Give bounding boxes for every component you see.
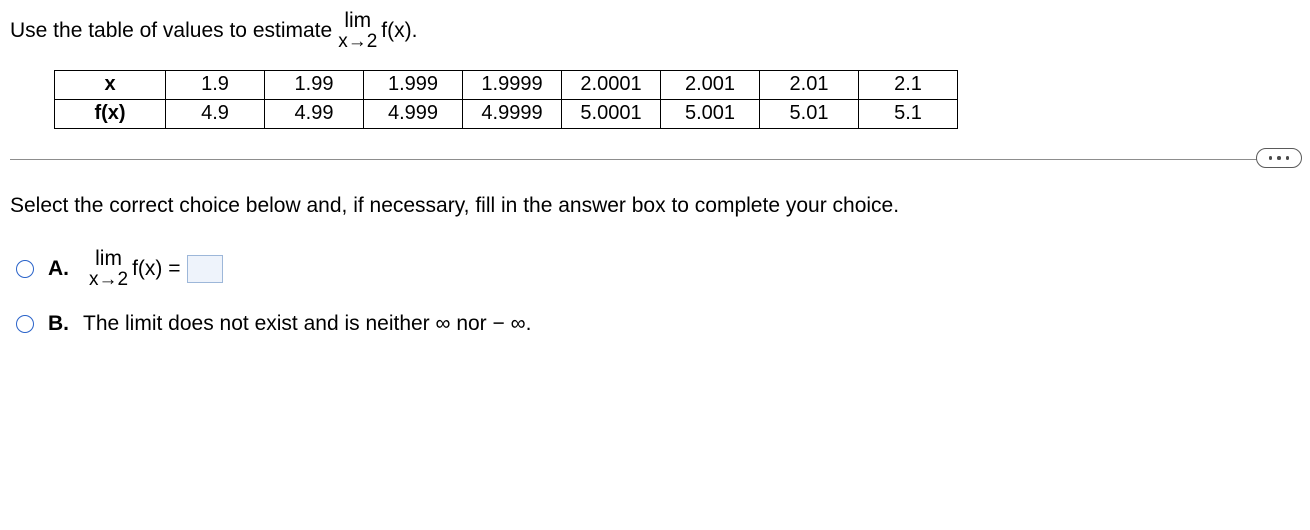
cell: 5.0001 xyxy=(562,99,661,128)
radio-a[interactable] xyxy=(16,260,34,278)
limit-expression: lim x→2 xyxy=(338,10,377,52)
section-divider xyxy=(10,159,1300,160)
lim-top: lim xyxy=(95,248,122,270)
question-prompt: Use the table of values to estimate lim … xyxy=(10,10,1300,52)
more-options-button[interactable] xyxy=(1256,148,1302,168)
cell: 5.01 xyxy=(760,99,859,128)
radio-b[interactable] xyxy=(16,315,34,333)
cell: 2.001 xyxy=(661,70,760,99)
lim-top: lim xyxy=(344,10,371,32)
prompt-after: f(x). xyxy=(381,19,417,43)
choices-group: A. lim x→2 f(x) = B. The limit does not … xyxy=(10,248,1300,336)
ellipsis-icon xyxy=(1277,156,1281,160)
lim-bottom: x→2 xyxy=(89,270,128,290)
choice-b-letter: B. xyxy=(48,312,69,336)
table-row: x 1.9 1.99 1.999 1.9999 2.0001 2.001 2.0… xyxy=(55,70,958,99)
table-row: f(x) 4.9 4.99 4.999 4.9999 5.0001 5.001 … xyxy=(55,99,958,128)
prompt-before: Use the table of values to estimate xyxy=(10,19,332,43)
ellipsis-icon xyxy=(1269,156,1273,160)
answer-input[interactable] xyxy=(187,255,223,283)
choice-a[interactable]: A. lim x→2 f(x) = xyxy=(16,248,1300,290)
cell: 2.01 xyxy=(760,70,859,99)
values-table-wrap: x 1.9 1.99 1.999 1.9999 2.0001 2.001 2.0… xyxy=(10,70,1300,129)
choice-a-body: lim x→2 f(x) = xyxy=(83,248,223,290)
choice-a-letter: A. xyxy=(48,257,69,281)
cell: 5.001 xyxy=(661,99,760,128)
cell: 2.0001 xyxy=(562,70,661,99)
choice-b-text: The limit does not exist and is neither … xyxy=(83,312,531,336)
ellipsis-icon xyxy=(1286,156,1290,160)
instruction-text: Select the correct choice below and, if … xyxy=(10,194,1300,218)
choice-a-after: f(x) = xyxy=(132,257,180,281)
row-header-x: x xyxy=(55,70,166,99)
cell: 4.999 xyxy=(364,99,463,128)
choice-b[interactable]: B. The limit does not exist and is neith… xyxy=(16,312,1300,336)
cell: 1.999 xyxy=(364,70,463,99)
cell: 4.9 xyxy=(166,99,265,128)
limit-expression: lim x→2 xyxy=(89,248,128,290)
lim-bottom: x→2 xyxy=(338,32,377,52)
row-header-fx: f(x) xyxy=(55,99,166,128)
cell: 4.9999 xyxy=(463,99,562,128)
cell: 1.9999 xyxy=(463,70,562,99)
values-table: x 1.9 1.99 1.999 1.9999 2.0001 2.001 2.0… xyxy=(54,70,958,129)
cell: 1.99 xyxy=(265,70,364,99)
cell: 1.9 xyxy=(166,70,265,99)
cell: 2.1 xyxy=(859,70,958,99)
cell: 4.99 xyxy=(265,99,364,128)
cell: 5.1 xyxy=(859,99,958,128)
